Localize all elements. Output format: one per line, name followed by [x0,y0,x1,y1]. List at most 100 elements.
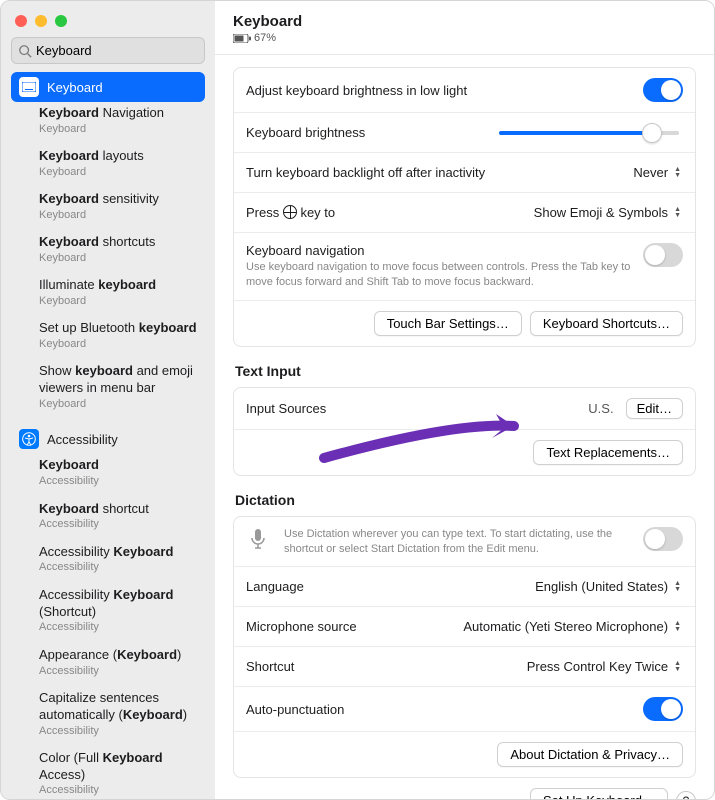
sidebar-subitem-title: Appearance (Keyboard) [39,647,205,664]
row-auto-punctuation: Auto-punctuation [234,686,695,731]
sidebar-subitem-category: Keyboard [39,166,205,179]
sidebar-subitem[interactable]: Keyboard shortcutsKeyboard [11,231,205,268]
row-brightness-lowlight: Adjust keyboard brightness in low light [234,68,695,112]
sidebar-subitem-category: Accessibility [39,475,205,488]
label: Keyboard brightness [246,125,487,140]
sidebar: ✕ Keyboard Keyboard NavigationKeyboardKe… [1,1,215,799]
search-field[interactable]: ✕ [11,37,205,64]
keyboard-buttons: Touch Bar Settings… Keyboard Shortcuts… [234,300,695,346]
sidebar-subitem[interactable]: Keyboard NavigationKeyboard [11,102,205,139]
window-controls [1,1,215,37]
sidebar-subitem-category: Keyboard [39,123,205,136]
label: Auto-punctuation [246,702,631,717]
keyboard-icon [19,77,39,97]
sidebar-subitem[interactable]: Accessibility Keyboard (Shortcut)Accessi… [11,584,205,638]
label: Keyboard navigation [246,243,631,258]
brightness-slider[interactable] [499,131,679,135]
chevron-updown-icon: ▲▼ [674,581,681,593]
sidebar-subitem-title: Accessibility Keyboard (Shortcut) [39,587,205,621]
text-input-buttons: Text Replacements… [234,429,695,475]
sidebar-subitem[interactable]: Illuminate keyboardKeyboard [11,274,205,311]
sidebar-subitem-category: Keyboard [39,295,205,308]
help-button[interactable]: ? [676,791,696,799]
sidebar-subitem-category: Accessibility [39,784,205,797]
touch-bar-settings-button[interactable]: Touch Bar Settings… [374,311,522,336]
row-dictation-language: Language English (United States) ▲▼ [234,566,695,606]
label: Microphone source [246,619,441,634]
globe-icon [283,205,297,219]
keyboard-shortcuts-button[interactable]: Keyboard Shortcuts… [530,311,683,336]
about-dictation-button[interactable]: About Dictation & Privacy… [497,742,683,767]
sidebar-subitem-title: Keyboard shortcut [39,501,205,518]
accessibility-icon [19,429,39,449]
sidebar-subitem-title: Capitalize sentences automatically (Keyb… [39,690,205,724]
search-input[interactable] [32,41,216,60]
sidebar-subitem-category: Keyboard [39,398,205,411]
sidebar-item-accessibility[interactable]: Accessibility [11,424,205,454]
sidebar-subitem[interactable]: Accessibility KeyboardAccessibility [11,541,205,578]
keyboard-nav-toggle[interactable] [643,243,683,267]
battery-status: 67% [233,32,696,44]
sidebar-subitem-category: Accessibility [39,725,205,738]
chevron-updown-icon: ▲▼ [674,621,681,633]
sidebar-subitem-title: Accessibility Keyboard [39,544,205,561]
sidebar-subitem-title: Keyboard sensitivity [39,191,205,208]
sidebar-subitem[interactable]: Keyboard layoutsKeyboard [11,145,205,182]
page-title: Keyboard [233,13,696,30]
sidebar-subitem-category: Keyboard [39,209,205,222]
row-backlight-off: Turn keyboard backlight off after inacti… [234,152,695,192]
search-icon [18,44,32,58]
content-scroll[interactable]: Adjust keyboard brightness in low light … [215,55,714,799]
sidebar-subitem-category: Accessibility [39,518,205,531]
sidebar-subitem[interactable]: Show keyboard and emoji viewers in menu … [11,360,205,414]
sidebar-subitem-category: Keyboard [39,252,205,265]
sidebar-subitem-title: Keyboard Navigation [39,105,205,122]
mic-source-popup[interactable]: Automatic (Yeti Stereo Microphone) ▲▼ [453,617,683,636]
sidebar-subitem[interactable]: Appearance (Keyboard)Accessibility [11,644,205,681]
settings-window: ✕ Keyboard Keyboard NavigationKeyboardKe… [0,0,715,800]
row-dictation-enable: Use Dictation wherever you can type text… [234,517,695,567]
auto-punctuation-toggle[interactable] [643,697,683,721]
sidebar-subitem[interactable]: KeyboardAccessibility [11,454,205,491]
sidebar-item-keyboard[interactable]: Keyboard [11,72,205,102]
label: Turn keyboard backlight off after inacti… [246,165,611,180]
edit-input-sources-button[interactable]: Edit… [626,398,683,419]
sidebar-subitem[interactable]: Color (Full Keyboard Access)Accessibilit… [11,747,205,799]
sidebar-item-label: Accessibility [47,432,118,447]
dictation-language-popup[interactable]: English (United States) ▲▼ [525,577,683,596]
sidebar-subitem[interactable]: Capitalize sentences automatically (Keyb… [11,687,205,741]
content-header: Keyboard 67% [215,1,714,55]
footer: Set Up Keyboard… ? [233,778,696,799]
keyboard-panel: Adjust keyboard brightness in low light … [233,67,696,347]
setup-keyboard-button[interactable]: Set Up Keyboard… [530,788,668,799]
section-title-dictation: Dictation [235,492,694,508]
maximize-icon[interactable] [55,15,67,27]
dictation-panel: Use Dictation wherever you can type text… [233,516,696,779]
close-icon[interactable] [15,15,27,27]
label: Input Sources [246,401,576,416]
sidebar-subitem-category: Accessibility [39,665,205,678]
dictation-shortcut-popup[interactable]: Press Control Key Twice ▲▼ [517,657,683,676]
sidebar-subitem[interactable]: Set up Bluetooth keyboardKeyboard [11,317,205,354]
sidebar-subitem[interactable]: Keyboard shortcutAccessibility [11,498,205,535]
sidebar-subitem-title: Illuminate keyboard [39,277,205,294]
sidebar-subitem-title: Show keyboard and emoji viewers in menu … [39,363,205,397]
sidebar-subitem-category: Accessibility [39,621,205,634]
sidebar-subitem[interactable]: Keyboard sensitivityKeyboard [11,188,205,225]
label: Shortcut [246,659,505,674]
battery-icon [233,34,251,43]
text-replacements-button[interactable]: Text Replacements… [533,440,683,465]
text-input-panel: Input Sources U.S. Edit… Text Replacemen… [233,387,696,476]
globe-key-popup[interactable]: Show Emoji & Symbols ▲▼ [524,203,683,222]
sidebar-subitem-title: Keyboard [39,457,205,474]
sidebar-nav[interactable]: Keyboard Keyboard NavigationKeyboardKeyb… [1,72,215,799]
minimize-icon[interactable] [35,15,47,27]
backlight-off-popup[interactable]: Never ▲▼ [623,163,683,182]
microphone-icon [246,527,270,551]
dictation-buttons: About Dictation & Privacy… [234,731,695,777]
brightness-lowlight-toggle[interactable] [643,78,683,102]
dictation-toggle[interactable] [643,527,683,551]
description: Use keyboard navigation to move focus be… [246,260,631,290]
input-sources-value: U.S. [588,401,613,416]
description: Use Dictation wherever you can type text… [284,527,631,557]
